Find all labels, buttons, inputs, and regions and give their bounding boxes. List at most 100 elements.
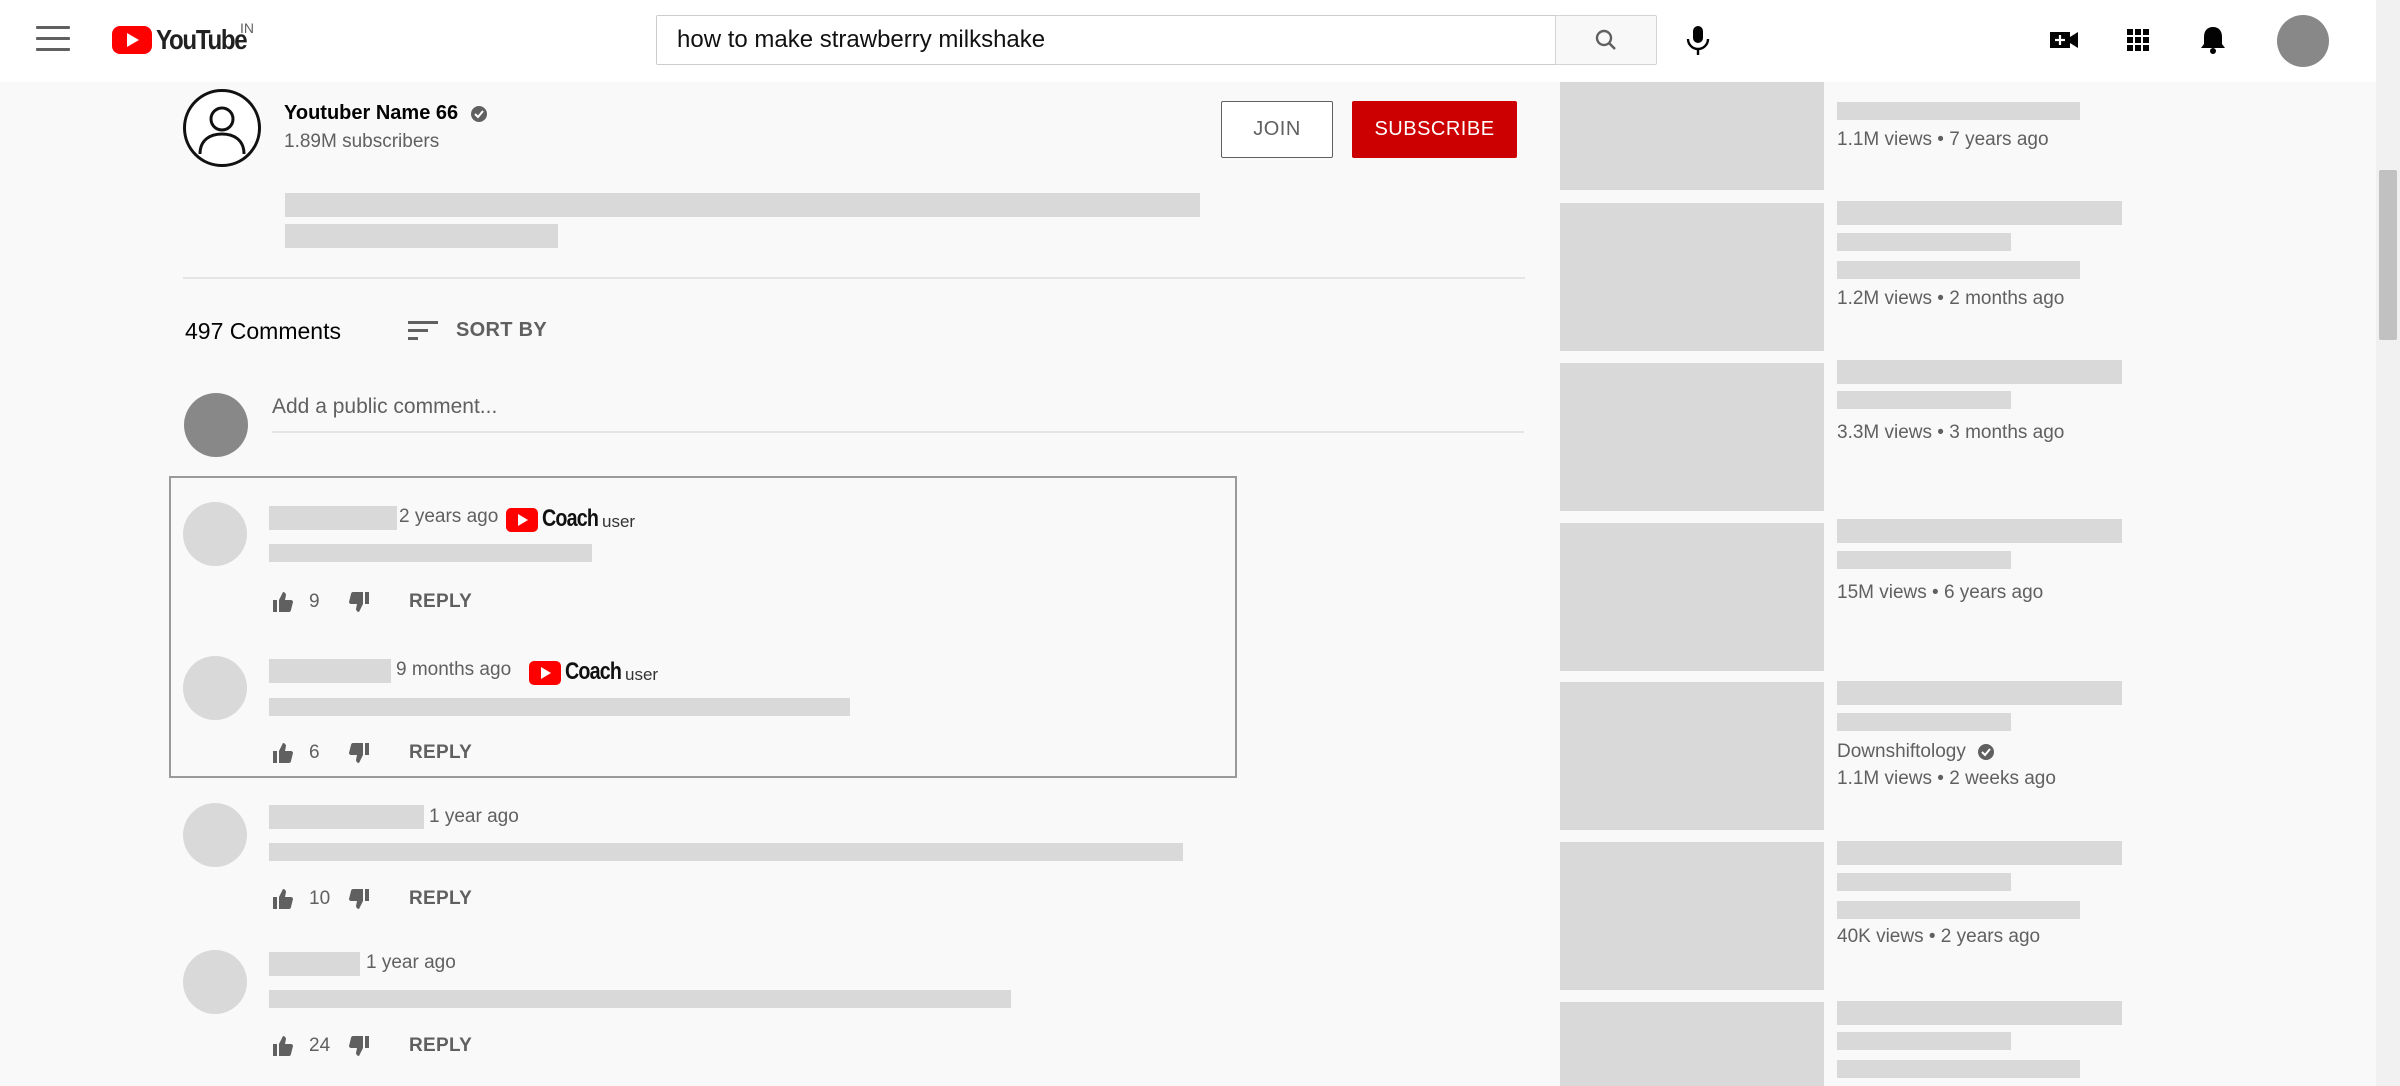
- logo-text: YouTube: [156, 24, 248, 55]
- join-button[interactable]: JOIN: [1221, 101, 1333, 158]
- video-meta: 1.1M views • 7 years ago: [1837, 129, 2049, 150]
- channel-avatar[interactable]: [183, 89, 261, 167]
- search-icon: [1595, 29, 1616, 50]
- thumbs-up-icon[interactable]: [271, 590, 295, 614]
- commenter-name-placeholder[interactable]: [269, 952, 360, 976]
- video-title-placeholder[interactable]: [1837, 360, 2122, 384]
- reply-button[interactable]: REPLY: [409, 591, 472, 613]
- commenter-avatar[interactable]: [183, 803, 247, 867]
- bell-icon: [2201, 27, 2225, 54]
- account-avatar[interactable]: [2277, 15, 2329, 67]
- video-meta: 1.1M views • 2 weeks ago: [1837, 768, 2056, 789]
- thumbs-up-icon[interactable]: [271, 887, 295, 911]
- channel-name-placeholder[interactable]: [1837, 261, 2080, 279]
- verified-icon: [470, 105, 487, 122]
- menu-icon[interactable]: [36, 26, 70, 56]
- sort-by-button[interactable]: SORT BY: [456, 319, 547, 342]
- channel-name-placeholder[interactable]: [1837, 1060, 2080, 1078]
- channel-name-placeholder[interactable]: [1837, 551, 2011, 569]
- reply-button[interactable]: REPLY: [409, 888, 472, 910]
- search-button[interactable]: [1555, 15, 1657, 65]
- apps-grid-icon: [2127, 29, 2149, 51]
- coach-badge-sub: user: [602, 512, 636, 531]
- like-count: 9: [309, 591, 320, 612]
- video-title-placeholder[interactable]: [1837, 102, 2080, 120]
- subscriber-count: 1.89M subscribers: [284, 131, 440, 152]
- video-thumbnail[interactable]: [1560, 203, 1824, 351]
- thumbs-down-icon[interactable]: [347, 887, 371, 911]
- video-meta: 15M views • 6 years ago: [1837, 582, 2044, 603]
- coach-user-badge: Coach user: [529, 659, 658, 685]
- description-placeholder-line: [285, 224, 558, 248]
- page-scrollbar[interactable]: [2376, 0, 2400, 1086]
- video-title-placeholder[interactable]: [1837, 681, 2122, 705]
- youtube-play-icon: [112, 26, 152, 54]
- video-title-placeholder[interactable]: [1837, 1032, 2011, 1050]
- thumbs-down-icon[interactable]: [347, 741, 371, 765]
- video-meta: 3.3M views • 3 months ago: [1837, 422, 2065, 443]
- coach-badge-label: Coach: [565, 658, 622, 685]
- masthead: YouTube IN how to make strawberry milksh…: [0, 0, 2376, 82]
- current-user-avatar: [184, 393, 248, 457]
- verified-icon: [1978, 743, 1995, 760]
- section-divider: [183, 277, 1525, 279]
- coach-badge-sub: user: [625, 665, 659, 684]
- scrollbar-thumb[interactable]: [2379, 170, 2397, 340]
- channel-name-placeholder[interactable]: [1837, 901, 2080, 919]
- video-thumbnail[interactable]: [1560, 682, 1824, 830]
- youtube-play-icon: [529, 661, 561, 685]
- search-input[interactable]: how to make strawberry milkshake: [656, 15, 1556, 65]
- microphone-icon: [1686, 26, 1710, 55]
- youtube-logo[interactable]: YouTube IN: [112, 20, 261, 58]
- video-title-placeholder[interactable]: [1837, 519, 2122, 543]
- video-title-placeholder[interactable]: [1837, 713, 2011, 731]
- commenter-avatar[interactable]: [183, 656, 247, 720]
- video-uploader[interactable]: Downshiftology: [1837, 741, 1995, 763]
- video-thumbnail[interactable]: [1560, 363, 1824, 511]
- create-video-button[interactable]: [2044, 20, 2084, 60]
- person-icon: [198, 106, 246, 155]
- thumbs-up-icon[interactable]: [271, 741, 295, 765]
- video-title-placeholder[interactable]: [1837, 841, 2122, 865]
- video-meta: 40K views • 2 years ago: [1837, 926, 2041, 947]
- comment-time[interactable]: 1 year ago: [429, 806, 519, 828]
- commenter-name-placeholder[interactable]: [269, 506, 397, 530]
- video-thumbnail[interactable]: [1560, 842, 1824, 990]
- channel-name-text: Youtuber Name 66: [284, 102, 459, 124]
- video-thumbnail[interactable]: [1560, 523, 1824, 671]
- video-title-placeholder[interactable]: [1837, 233, 2011, 251]
- video-meta: 1.2M views • 2 months ago: [1837, 288, 2065, 309]
- comment-text-placeholder: [269, 843, 1183, 861]
- comments-count: 497 Comments: [185, 318, 341, 344]
- coach-badge-label: Coach: [542, 505, 599, 532]
- add-comment-input[interactable]: Add a public comment...: [272, 395, 497, 419]
- comment-time[interactable]: 9 months ago: [396, 659, 511, 681]
- video-title-placeholder[interactable]: [1837, 1001, 2122, 1025]
- comment-actions: 6 REPLY: [271, 741, 472, 765]
- subscribe-button[interactable]: SUBSCRIBE: [1352, 101, 1517, 158]
- video-thumbnail[interactable]: [1560, 82, 1824, 190]
- channel-name-placeholder[interactable]: [1837, 391, 2011, 409]
- video-title-placeholder[interactable]: [1837, 201, 2122, 225]
- commenter-avatar[interactable]: [183, 502, 247, 566]
- apps-button[interactable]: [2118, 20, 2158, 60]
- thumbs-down-icon[interactable]: [347, 1034, 371, 1058]
- thumbs-down-icon[interactable]: [347, 590, 371, 614]
- notifications-button[interactable]: [2193, 20, 2233, 60]
- comment-text-placeholder: [269, 990, 1011, 1008]
- channel-name[interactable]: Youtuber Name 66: [284, 102, 488, 125]
- commenter-name-placeholder[interactable]: [269, 659, 391, 683]
- video-title-placeholder[interactable]: [1837, 873, 2011, 891]
- comment-time[interactable]: 2 years ago: [399, 506, 498, 528]
- commenter-avatar[interactable]: [183, 950, 247, 1014]
- reply-button[interactable]: REPLY: [409, 1035, 472, 1057]
- voice-search-button[interactable]: [1678, 20, 1718, 60]
- comment-time[interactable]: 1 year ago: [366, 952, 456, 974]
- video-thumbnail[interactable]: [1560, 1002, 1824, 1086]
- commenter-name-placeholder[interactable]: [269, 805, 424, 829]
- thumbs-up-icon[interactable]: [271, 1034, 295, 1058]
- logo-country-code: IN: [240, 20, 254, 36]
- reply-button[interactable]: REPLY: [409, 742, 472, 764]
- like-count: 6: [309, 742, 320, 763]
- sort-icon[interactable]: [408, 319, 438, 343]
